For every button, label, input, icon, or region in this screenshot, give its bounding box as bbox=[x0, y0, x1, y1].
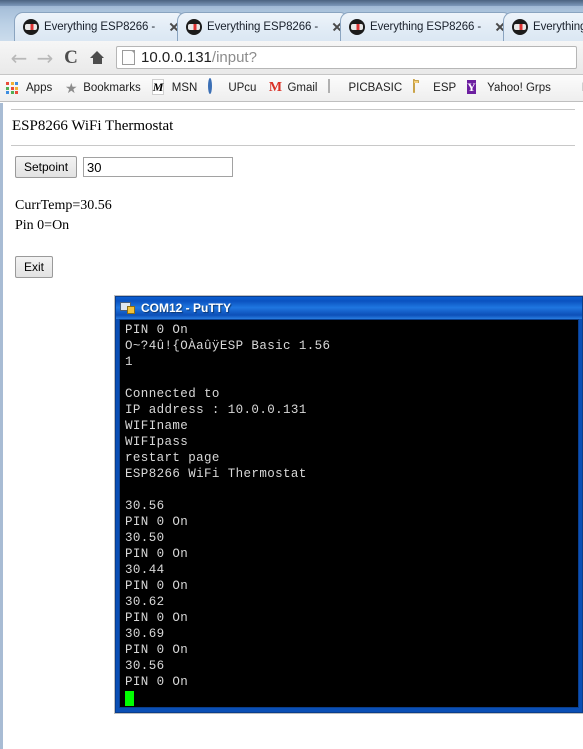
terminal-line: O~?4û!{OÀaûÿESP Basic 1.56 bbox=[125, 339, 331, 353]
apps-grid-icon bbox=[6, 80, 22, 96]
browser-tab[interactable]: Everything ESP8266 - bbox=[14, 12, 186, 41]
home-button[interactable] bbox=[84, 45, 110, 71]
reload-button[interactable]: C bbox=[58, 45, 84, 71]
exit-row: Exit bbox=[15, 256, 583, 278]
terminal-line: PIN 0 On bbox=[125, 515, 189, 529]
browser-tab-title: Everything ESP8266 - bbox=[370, 21, 482, 33]
back-button[interactable]: ← bbox=[6, 45, 32, 71]
terminal-line: PIN 0 On bbox=[125, 579, 189, 593]
putty-computer-icon bbox=[120, 301, 136, 316]
bookmark-label: Bookmarks bbox=[83, 82, 141, 94]
esp8266-favicon-icon bbox=[186, 19, 202, 35]
browser-tab[interactable]: Everything ESP8266 - bbox=[177, 12, 349, 41]
status-block: CurrTemp=30.56 Pin 0=On bbox=[3, 196, 583, 236]
url-host: 10.0.0.131 bbox=[141, 49, 212, 66]
horizontal-rule-bottom bbox=[11, 145, 575, 146]
bookmark-label: Gmail bbox=[287, 82, 318, 94]
terminal-line: PIN 0 On bbox=[125, 547, 189, 561]
picbasic-icon bbox=[328, 79, 344, 96]
terminal-line: 1 bbox=[125, 355, 133, 369]
terminal-line: Connected to bbox=[125, 387, 220, 401]
terminal-line: 30.56 bbox=[125, 499, 165, 513]
address-bar-url: 10.0.0.131/input? bbox=[141, 49, 257, 66]
forward-button[interactable]: → bbox=[32, 45, 58, 71]
tab-strip: Everything ESP8266 - Everything ESP8266 … bbox=[0, 0, 583, 41]
forward-arrow-icon: → bbox=[36, 45, 54, 70]
terminal-line: PIN 0 On bbox=[125, 323, 189, 337]
bookmark-label: ESP bbox=[433, 82, 457, 94]
url-path: /input? bbox=[211, 49, 257, 66]
page-title: ESP8266 WiFi Thermostat bbox=[12, 118, 174, 134]
terminal-cursor bbox=[125, 691, 134, 706]
bookmark-apps[interactable]: Apps bbox=[6, 78, 52, 98]
bookmark-label: UPcu bbox=[228, 82, 257, 94]
browser-tab-title: Everything bbox=[533, 21, 583, 33]
page-document-icon bbox=[122, 50, 135, 65]
yahoo-icon: Y bbox=[467, 80, 476, 94]
browser-tab[interactable]: Everything bbox=[503, 12, 583, 41]
current-temperature-line: CurrTemp=30.56 bbox=[15, 198, 112, 213]
back-arrow-icon: ← bbox=[10, 45, 28, 70]
terminal-line: PIN 0 On bbox=[125, 675, 189, 689]
bookmark-label: MSN bbox=[171, 82, 198, 94]
esp8266-favicon-icon bbox=[512, 19, 528, 35]
browser-tab-title: Everything ESP8266 - bbox=[207, 21, 319, 33]
browser-tab[interactable]: Everything ESP8266 - bbox=[340, 12, 512, 41]
navigation-toolbar: ← → C 10.0.0.131/input? bbox=[0, 41, 583, 75]
bookmark-label: Yahoo! Grps bbox=[487, 82, 551, 94]
terminal-line: WIFIname bbox=[125, 419, 189, 433]
msn-icon: M bbox=[151, 79, 165, 95]
bookmark-gmail[interactable]: M Gmail bbox=[267, 78, 318, 98]
address-bar[interactable]: 10.0.0.131/input? bbox=[116, 46, 577, 69]
horizontal-rule-top bbox=[11, 109, 575, 110]
terminal-output[interactable]: PIN 0 On O~?4û!{OÀaûÿESP Basic 1.56 1 Co… bbox=[119, 319, 579, 708]
terminal-line: 30.69 bbox=[125, 627, 165, 641]
bookmarks-bar: Apps ★ Bookmarks M MSN UPcu M Gmail PICB… bbox=[0, 75, 583, 102]
bookmark-esp-folder[interactable]: ESP bbox=[413, 78, 456, 98]
bookmark-bookmarks[interactable]: ★ Bookmarks bbox=[63, 78, 141, 98]
terminal-line: WIFIpass bbox=[125, 435, 189, 449]
home-icon bbox=[89, 50, 105, 65]
putty-titlebar[interactable]: COM12 - PuTTY bbox=[116, 297, 582, 319]
reload-icon: C bbox=[64, 47, 78, 68]
bookmark-label: PICBASIC bbox=[348, 82, 403, 94]
upcu-icon bbox=[208, 78, 224, 96]
terminal-line: PIN 0 On bbox=[125, 643, 189, 657]
bookmark-msn[interactable]: M MSN bbox=[151, 78, 198, 98]
page-content: ESP8266 WiFi Thermostat Setpoint CurrTem… bbox=[3, 109, 583, 278]
bookmark-picbasic[interactable]: PICBASIC bbox=[328, 78, 402, 98]
putty-window[interactable]: COM12 - PuTTY PIN 0 On O~?4û!{OÀaûÿESP B… bbox=[115, 296, 583, 713]
star-icon: ★ bbox=[64, 80, 78, 96]
putty-window-title: COM12 - PuTTY bbox=[141, 301, 232, 315]
setpoint-input[interactable] bbox=[83, 157, 234, 177]
dilbert-icon bbox=[562, 80, 578, 96]
esp8266-favicon-icon bbox=[349, 19, 365, 35]
exit-button[interactable]: Exit bbox=[15, 256, 54, 278]
browser-tab-title: Everything ESP8266 - bbox=[44, 21, 156, 33]
bookmark-label: Apps bbox=[26, 82, 53, 94]
gmail-icon: M bbox=[268, 80, 283, 95]
pin-state-line: Pin 0=On bbox=[15, 218, 70, 233]
terminal-line: 30.50 bbox=[125, 531, 165, 545]
setpoint-form: Setpoint bbox=[15, 156, 583, 178]
terminal-line: 30.62 bbox=[125, 595, 165, 609]
terminal-line: 30.56 bbox=[125, 659, 165, 673]
setpoint-button[interactable]: Setpoint bbox=[15, 156, 78, 178]
esp8266-favicon-icon bbox=[23, 19, 39, 35]
bookmark-yahoo-groups[interactable]: Y Yahoo! Grps bbox=[467, 78, 551, 98]
terminal-line: IP address : 10.0.0.131 bbox=[125, 403, 307, 417]
bookmark-dilbert[interactable]: Dilbe bbox=[562, 78, 583, 98]
folder-icon bbox=[413, 79, 429, 96]
terminal-line: ESP8266 WiFi Thermostat bbox=[125, 467, 307, 481]
terminal-line: restart page bbox=[125, 451, 220, 465]
terminal-line: PIN 0 On bbox=[125, 611, 189, 625]
bookmark-upcu[interactable]: UPcu bbox=[208, 78, 256, 98]
terminal-line: 30.44 bbox=[125, 563, 165, 577]
